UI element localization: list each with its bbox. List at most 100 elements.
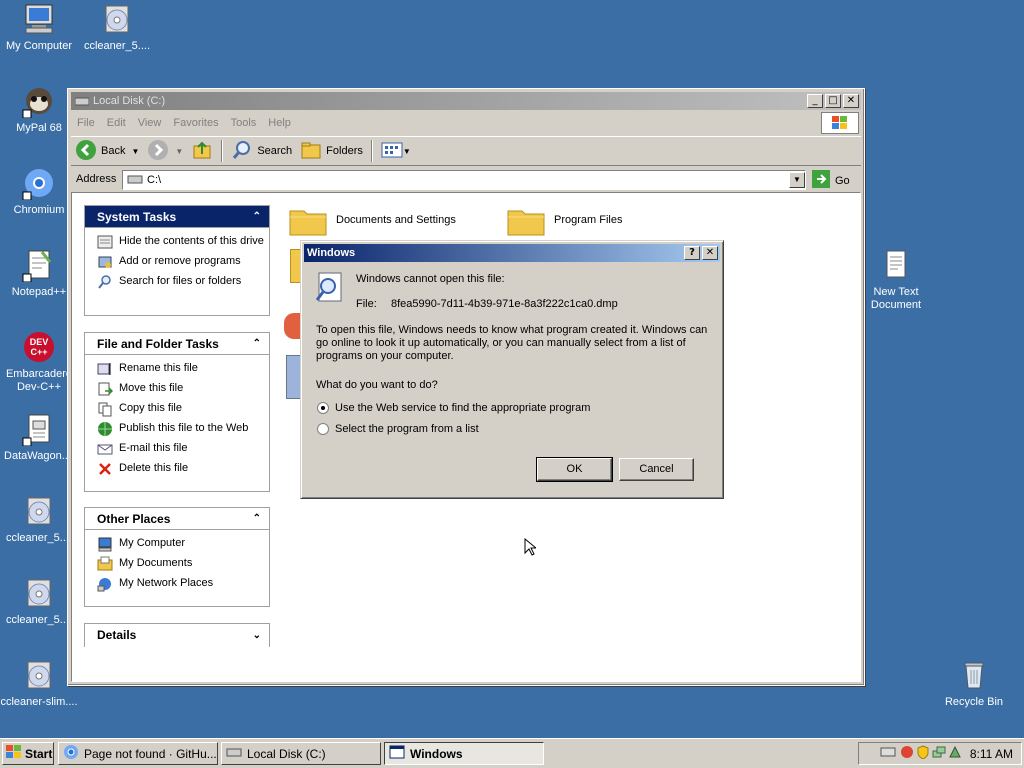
folders-label: Folders	[326, 145, 363, 157]
task-move[interactable]: Move this file	[97, 381, 269, 401]
ok-button[interactable]: OK	[536, 457, 613, 482]
views-icon	[381, 141, 403, 162]
menu-bar: File Edit View Favorites Tools Help	[71, 112, 861, 134]
go-button[interactable]: Go	[811, 169, 850, 192]
option-web-service[interactable]: Use the Web service to find the appropri…	[317, 402, 590, 414]
details-panel: Details ⌄	[84, 623, 270, 647]
chevron-up-icon[interactable]: ⌃	[253, 211, 261, 222]
desktop-icon-ccleaner-1[interactable]: ccleaner_5....	[78, 2, 156, 53]
minimize-button[interactable]: _	[807, 94, 823, 108]
security-shield-icon[interactable]	[916, 745, 930, 762]
dialog-heading: Windows cannot open this file:	[356, 273, 505, 285]
taskbar-item-label: Local Disk (C:)	[247, 746, 326, 761]
taskbar-item-local-disk[interactable]: Local Disk (C:)	[221, 742, 381, 765]
file-name: 8fea5990-7d11-4b39-971e-8a3f222c1ca0.dmp	[391, 298, 618, 310]
address-input[interactable]: C:\ ▼	[122, 170, 806, 190]
radio-web-service[interactable]	[317, 402, 329, 414]
windows-logo-icon	[6, 745, 22, 762]
address-dropdown-button[interactable]: ▼	[789, 172, 805, 188]
folder-program-files[interactable]: Program Files	[506, 203, 622, 237]
text-document-icon	[879, 248, 913, 282]
menu-tools[interactable]: Tools	[225, 117, 263, 129]
rename-icon	[97, 361, 113, 377]
taskbar-item-label: Page not found · GitHu...	[84, 746, 217, 761]
help-button[interactable]: ?	[684, 246, 700, 260]
drive-icon	[74, 96, 90, 106]
taskbar-item-browser[interactable]: Page not found · GitHu...	[58, 742, 218, 765]
keyboard-icon[interactable]	[880, 746, 896, 761]
task-add-remove-programs[interactable]: Add or remove programs	[97, 254, 269, 274]
task-copy[interactable]: Copy this file	[97, 401, 269, 421]
place-my-documents[interactable]: My Documents	[97, 556, 269, 576]
back-button[interactable]: Back ▼	[71, 138, 143, 164]
desktop-icon-label: My Computer	[5, 40, 73, 52]
chevron-down-icon[interactable]: ⌄	[253, 630, 261, 641]
open-with-dialog[interactable]: Windows ? ✕ Windows cannot open this fil…	[300, 240, 724, 499]
desktop-icon-my-computer[interactable]: My Computer	[0, 2, 78, 53]
up-folder-button[interactable]	[187, 138, 217, 164]
details-header[interactable]: Details ⌄	[85, 624, 269, 646]
chevron-down-icon: ▼	[402, 146, 411, 156]
chevron-up-icon[interactable]: ⌃	[253, 338, 261, 349]
chevron-down-icon[interactable]: ▼	[175, 147, 183, 156]
search-label: Search	[257, 145, 293, 157]
other-places-header[interactable]: Other Places ⌃	[85, 508, 269, 530]
task-hide-contents[interactable]: Hide the contents of this drive	[97, 234, 269, 254]
taskbar-item-windows-dialog[interactable]: Windows	[384, 742, 544, 765]
desktop-icon-label: New Text Document	[870, 286, 922, 311]
option-select-list[interactable]: Select the program from a list	[317, 423, 479, 435]
views-button[interactable]: ▼	[377, 138, 415, 164]
devcpp-icon: DEV C++	[22, 330, 56, 364]
standard-toolbar: Back ▼ ▼ Search Folders ▼	[71, 136, 861, 166]
task-search-files[interactable]: Search for files or folders	[97, 274, 269, 294]
ccleaner-tray-icon[interactable]	[900, 745, 914, 762]
place-my-computer[interactable]: My Computer	[97, 536, 269, 556]
up-folder-icon	[191, 139, 213, 164]
task-delete[interactable]: Delete this file	[97, 461, 269, 481]
cancel-button[interactable]: Cancel	[619, 458, 694, 481]
folder-documents-and-settings[interactable]: Documents and Settings	[288, 203, 456, 237]
explorer-titlebar[interactable]: Local Disk (C:) _ □ ✕	[71, 92, 861, 110]
file-tasks-header[interactable]: File and Folder Tasks ⌃	[85, 333, 269, 355]
desktop-icon-new-text-document[interactable]: New Text Document	[857, 248, 935, 312]
menu-file[interactable]: File	[71, 117, 101, 129]
task-rename[interactable]: Rename this file	[97, 361, 269, 381]
forward-button[interactable]: ▼	[143, 138, 187, 164]
file-tasks-title: File and Folder Tasks	[97, 336, 219, 351]
chevron-up-icon[interactable]: ⌃	[253, 513, 261, 524]
close-button[interactable]: ✕	[843, 94, 859, 108]
add-remove-programs-icon	[97, 254, 113, 270]
address-label: Address	[76, 173, 117, 185]
chevron-down-icon[interactable]: ▼	[131, 147, 139, 156]
system-tray: 8:11 AM	[858, 742, 1022, 765]
address-bar: Address C:\ ▼ Go	[71, 168, 861, 190]
dialog-titlebar[interactable]: Windows ? ✕	[304, 244, 720, 262]
app-tray-icon[interactable]	[948, 745, 962, 762]
task-email[interactable]: E-mail this file	[97, 441, 269, 461]
start-button[interactable]: Start	[2, 742, 54, 765]
window-icon	[389, 745, 405, 762]
my-computer-icon	[22, 2, 56, 36]
menu-favorites[interactable]: Favorites	[167, 117, 224, 129]
maximize-button[interactable]: □	[825, 94, 841, 108]
clock[interactable]: 8:11 AM	[970, 747, 1013, 761]
menu-edit[interactable]: Edit	[101, 117, 132, 129]
system-tasks-header[interactable]: System Tasks ⌃	[85, 206, 269, 228]
my-documents-icon	[97, 556, 113, 572]
menu-view[interactable]: View	[132, 117, 168, 129]
radio-select-list[interactable]	[317, 423, 329, 435]
menu-help[interactable]: Help	[262, 117, 297, 129]
network-tray-icon[interactable]	[932, 745, 946, 762]
folder-icon	[288, 203, 328, 237]
svg-text:C++: C++	[30, 347, 47, 357]
other-places-panel: Other Places ⌃ My Computer My Documents …	[84, 507, 270, 607]
folders-button[interactable]: Folders	[296, 138, 367, 164]
delete-icon	[97, 461, 113, 477]
search-button[interactable]: Search	[227, 138, 296, 164]
folder-label: Documents and Settings	[336, 214, 456, 226]
taskbar-item-label: Windows	[410, 746, 463, 761]
dialog-close-button[interactable]: ✕	[702, 246, 718, 260]
task-publish-web[interactable]: Publish this file to the Web	[97, 421, 269, 441]
place-my-network[interactable]: My Network Places	[97, 576, 269, 596]
desktop-icon-recycle-bin[interactable]: Recycle Bin	[935, 658, 1013, 709]
